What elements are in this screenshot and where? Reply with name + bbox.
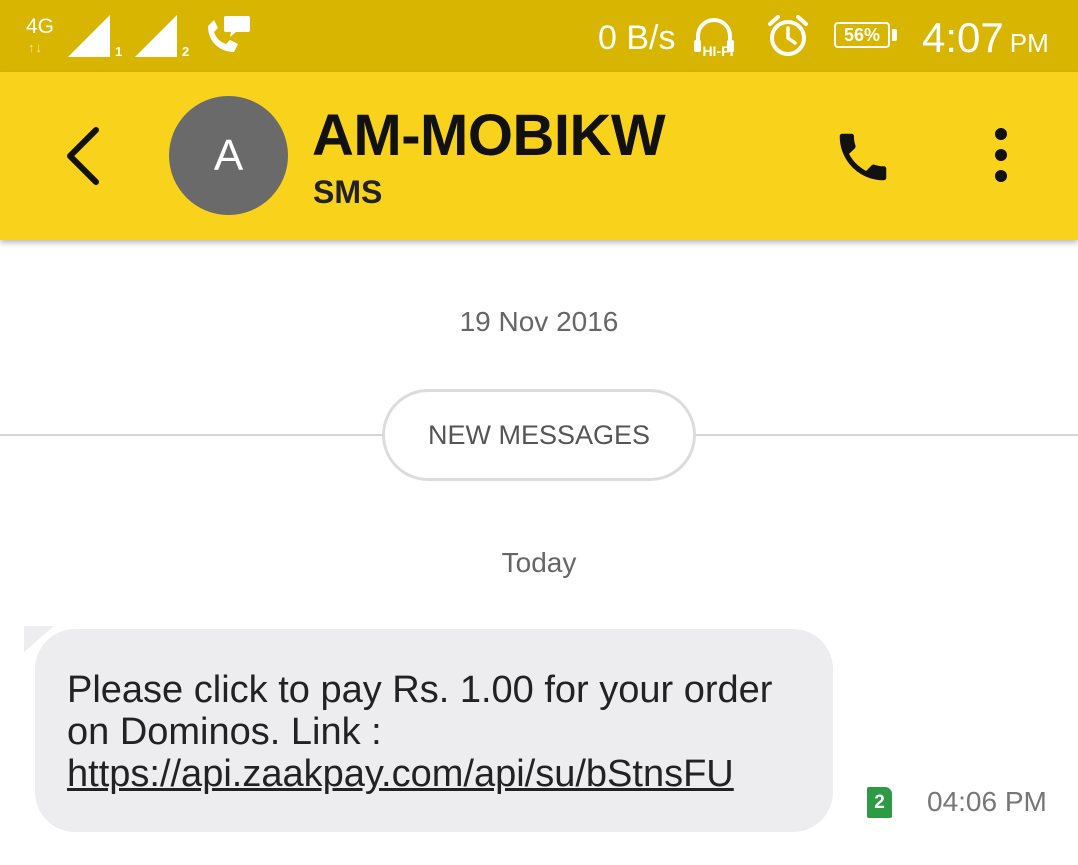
battery-icon: 56% bbox=[834, 22, 890, 48]
contact-subtitle: SMS bbox=[313, 174, 383, 210]
date-separator: 19 Nov 2016 bbox=[459, 306, 619, 337]
signal-icon bbox=[135, 15, 181, 64]
sim2-label: 2 bbox=[182, 44, 190, 59]
message-time: 04:06 PM bbox=[927, 786, 1047, 817]
signal-icon bbox=[68, 15, 114, 64]
back-arrow-icon[interactable] bbox=[60, 126, 110, 186]
message-link[interactable]: https://api.zaakpay.com/api/su/bStnsFU bbox=[67, 753, 734, 795]
data-speed: 0 B/s bbox=[598, 19, 676, 57]
contact-name: AM-MOBIKW bbox=[312, 103, 666, 168]
new-messages-pill: NEW MESSAGES bbox=[382, 389, 696, 481]
sim1-label: 1 bbox=[115, 44, 123, 59]
svg-text:HI-FI: HI-FI bbox=[702, 43, 733, 58]
more-dot bbox=[995, 149, 1007, 161]
headphones-icon: HI-FI bbox=[690, 18, 746, 63]
message-bubble[interactable]: Please click to pay Rs. 1.00 for your or… bbox=[35, 629, 833, 832]
sim-badge: 2 bbox=[867, 787, 892, 818]
network-activity-icon: ↑↓ bbox=[28, 40, 43, 55]
status-bar: 4G ↑↓ 1 2 0 B/s HI-FI 56% 4:07 PM bbox=[0, 0, 1078, 72]
more-vert-icon[interactable] bbox=[986, 128, 1016, 188]
clock: 4:07 PM bbox=[922, 14, 1049, 67]
phone-icon[interactable] bbox=[832, 126, 894, 188]
battery-tip bbox=[892, 29, 897, 41]
clock-time: 4:07 bbox=[922, 14, 1004, 61]
more-dot bbox=[995, 170, 1007, 182]
clock-ampm: PM bbox=[1009, 28, 1049, 58]
alarm-icon bbox=[766, 14, 810, 63]
call-forward-icon bbox=[204, 14, 252, 61]
more-dot bbox=[995, 128, 1007, 140]
conversation-toolbar: A AM-MOBIKW SMS bbox=[0, 72, 1078, 240]
message-text: Please click to pay Rs. 1.00 for your or… bbox=[67, 669, 773, 753]
today-separator: Today bbox=[501, 547, 577, 578]
avatar[interactable]: A bbox=[169, 96, 288, 215]
network-type: 4G bbox=[26, 15, 55, 38]
